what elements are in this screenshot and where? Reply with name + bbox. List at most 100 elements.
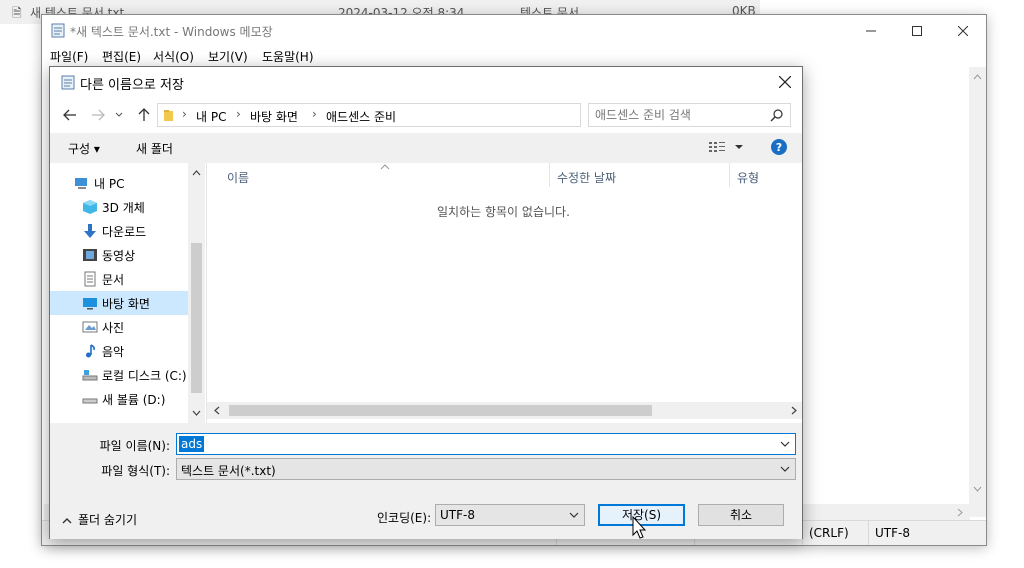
filename-input[interactable]: ads bbox=[176, 433, 796, 455]
navigation-pane: 내 PC 3D 개체 다운로드 동영상 문서 바탕 화면 사진 음악 로컬 디스… bbox=[50, 163, 207, 423]
nav-item-desktop[interactable]: 바탕 화면 bbox=[50, 291, 188, 315]
file-list-horizontal-scrollbar[interactable] bbox=[207, 402, 802, 419]
cube-icon bbox=[82, 199, 98, 215]
filename-label: 파일 이름(N): bbox=[99, 439, 170, 453]
document-icon bbox=[82, 271, 98, 287]
address-bar[interactable]: › 내 PC › 바탕 화면 › 애드센스 준비 bbox=[157, 103, 682, 127]
nav-item-downloads[interactable]: 다운로드 bbox=[50, 219, 188, 243]
hide-folders-label: 폴더 숨기기 bbox=[78, 513, 138, 527]
dialog-bottom-area: 폴더 숨기기 인코딩(E): UTF-8 저장(S) 취소 bbox=[50, 487, 802, 539]
back-arrow-icon[interactable] bbox=[60, 105, 80, 125]
nav-item-documents[interactable]: 문서 bbox=[50, 267, 188, 291]
nav-item-label: 3D 개체 bbox=[102, 201, 145, 215]
dialog-title: 다른 이름으로 저장 bbox=[80, 78, 184, 93]
filename-dropdown-chevron-icon[interactable] bbox=[779, 438, 791, 450]
nav-item-3d-objects[interactable]: 3D 개체 bbox=[50, 195, 188, 219]
column-divider bbox=[729, 163, 730, 187]
new-folder-button[interactable]: 새 폴더 bbox=[136, 140, 173, 157]
organize-button[interactable]: 구성 ▾ bbox=[68, 140, 100, 157]
column-type[interactable]: 유형 bbox=[737, 169, 759, 186]
forward-arrow-icon[interactable] bbox=[88, 105, 108, 125]
svg-text:?: ? bbox=[776, 141, 782, 154]
menu-file[interactable]: 파일(F) bbox=[50, 48, 88, 65]
navigation-row: › 내 PC › 바탕 화면 › 애드센스 준비 bbox=[50, 97, 802, 133]
encoding-label: 인코딩(E): bbox=[377, 511, 432, 525]
nav-item-videos[interactable]: 동영상 bbox=[50, 243, 188, 267]
encoding-dropdown-chevron-icon[interactable] bbox=[568, 509, 580, 521]
dialog-toolbar: 구성 ▾ 새 폴더 ? bbox=[50, 133, 802, 163]
menu-format[interactable]: 서식(O) bbox=[153, 48, 194, 65]
file-list-scroll-thumb[interactable] bbox=[229, 405, 652, 416]
nav-item-label: 다운로드 bbox=[102, 225, 147, 239]
column-date-modified[interactable]: 수정한 날짜 bbox=[557, 169, 616, 186]
notepad-icon bbox=[60, 74, 76, 90]
dialog-titlebar: 다른 이름으로 저장 bbox=[50, 67, 802, 97]
nav-item-label: 바탕 화면 bbox=[102, 297, 150, 311]
up-arrow-icon[interactable] bbox=[134, 105, 154, 125]
search-input[interactable] bbox=[595, 106, 765, 124]
notepad-icon bbox=[50, 22, 66, 38]
drive-icon bbox=[82, 367, 98, 383]
notepad-vertical-scrollbar[interactable] bbox=[969, 67, 986, 517]
pc-icon bbox=[74, 175, 90, 191]
sort-up-icon bbox=[380, 164, 390, 170]
search-box[interactable] bbox=[588, 103, 791, 127]
filename-value[interactable]: ads bbox=[179, 436, 205, 452]
filetype-dropdown-chevron-icon[interactable] bbox=[779, 463, 791, 475]
nav-item-label: 사진 bbox=[102, 321, 125, 335]
empty-list-message: 일치하는 항목이 없습니다. bbox=[437, 205, 570, 219]
picture-icon bbox=[82, 319, 98, 335]
music-icon bbox=[82, 343, 98, 359]
file-icon: 🗎 bbox=[12, 6, 22, 20]
nav-item-label: 내 PC bbox=[94, 177, 125, 191]
status-encoding: UTF-8 bbox=[868, 521, 985, 545]
drive-icon bbox=[82, 391, 98, 407]
encoding-select[interactable]: UTF-8 bbox=[435, 504, 585, 526]
notepad-title: *새 텍스트 문서.txt - Windows 메모장 bbox=[70, 25, 273, 39]
nav-item-local-disk-c[interactable]: 로컬 디스크 (C:) bbox=[50, 363, 188, 387]
save-as-dialog: 다른 이름으로 저장 › 내 PC › 바탕 화면 › 애드센스 준비 애드센스… bbox=[49, 66, 803, 539]
notepad-menu-bar: 파일(F) 편집(E) 서식(O) 보기(V) 도움말(H) bbox=[42, 47, 986, 67]
help-icon[interactable]: ? bbox=[770, 138, 788, 156]
nav-item-music[interactable]: 음악 bbox=[50, 339, 188, 363]
file-list-pane: 이름 수정한 날짜 유형 일치하는 항목이 없습니다. bbox=[207, 163, 802, 423]
filetype-value: 텍스트 문서(*.txt) bbox=[181, 464, 276, 478]
column-name[interactable]: 이름 bbox=[227, 169, 249, 186]
column-divider bbox=[549, 163, 550, 187]
nav-item-label: 음악 bbox=[102, 345, 125, 359]
nav-item-pictures[interactable]: 사진 bbox=[50, 315, 188, 339]
nav-item-label: 동영상 bbox=[102, 249, 136, 263]
recent-locations-chevron-icon[interactable] bbox=[113, 105, 125, 125]
close-button[interactable] bbox=[940, 15, 986, 47]
film-icon bbox=[82, 247, 98, 263]
nav-item-new-volume-d[interactable]: 새 볼륨 (D:) bbox=[50, 387, 188, 411]
desktop-icon bbox=[82, 295, 98, 311]
minimize-button[interactable] bbox=[848, 15, 894, 47]
mouse-cursor-icon bbox=[632, 516, 647, 539]
filetype-select[interactable]: 텍스트 문서(*.txt) bbox=[176, 458, 796, 480]
nav-item-label: 새 볼륨 (D:) bbox=[102, 393, 166, 407]
nav-item-label: 로컬 디스크 (C:) bbox=[102, 369, 187, 383]
encoding-value: UTF-8 bbox=[440, 508, 475, 522]
filetype-label: 파일 형식(T): bbox=[101, 464, 170, 478]
nav-pane-scroll-thumb[interactable] bbox=[191, 243, 202, 393]
hide-folders-button[interactable]: 폴더 숨기기 bbox=[62, 511, 137, 528]
nav-item-label: 문서 bbox=[102, 273, 125, 287]
breadcrumb-current-folder[interactable]: 애드센스 준비 bbox=[326, 108, 396, 125]
status-line-ending: (CRLF) bbox=[802, 521, 869, 545]
maximize-button[interactable] bbox=[894, 15, 940, 47]
menu-help[interactable]: 도움말(H) bbox=[262, 48, 314, 65]
menu-view[interactable]: 보기(V) bbox=[208, 48, 248, 65]
cancel-button[interactable]: 취소 bbox=[698, 504, 784, 526]
download-icon bbox=[82, 223, 98, 239]
view-options-button[interactable] bbox=[707, 139, 747, 155]
breadcrumb-pc[interactable]: 내 PC bbox=[196, 108, 226, 125]
breadcrumb-desktop[interactable]: 바탕 화면 bbox=[250, 108, 298, 125]
dialog-close-button[interactable] bbox=[774, 72, 796, 92]
breadcrumb-separator-icon: › bbox=[182, 107, 187, 121]
menu-edit[interactable]: 편집(E) bbox=[102, 48, 141, 65]
breadcrumb-separator-icon: › bbox=[312, 107, 317, 121]
search-icon[interactable] bbox=[770, 108, 784, 122]
folder-icon bbox=[163, 108, 177, 122]
nav-item-this-pc[interactable]: 내 PC bbox=[50, 171, 188, 195]
